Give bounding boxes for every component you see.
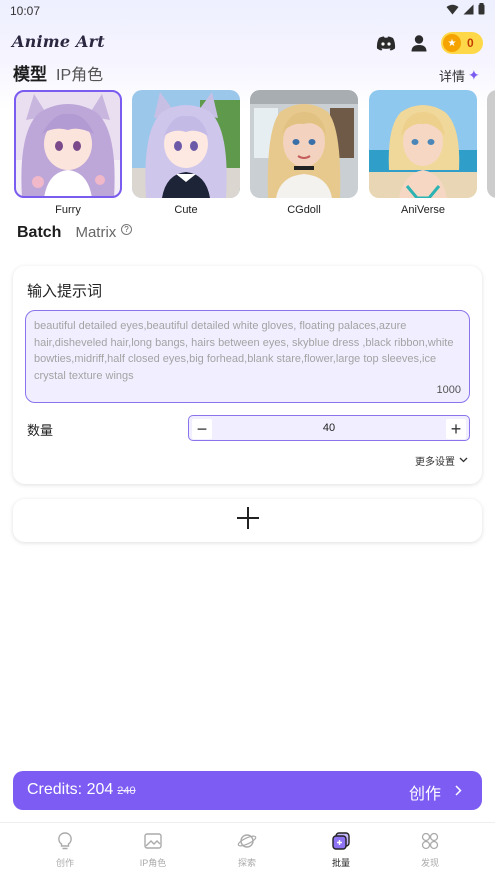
tab-ip-role[interactable]: IP角色 [56, 61, 103, 85]
model-card-cgdoll[interactable]: CGdoll [250, 90, 358, 216]
chevron-down-icon [459, 455, 468, 466]
model-card-partial[interactable] [487, 90, 495, 198]
nav-label: 批量 [331, 858, 350, 868]
image-icon [123, 831, 183, 851]
signal-icon [463, 4, 474, 18]
credits-display: Credits: 204 240 [27, 781, 136, 799]
discord-icon[interactable] [375, 32, 397, 54]
bulb-icon [35, 831, 95, 851]
status-time: 10:07 [10, 4, 41, 18]
planet-icon [217, 831, 277, 851]
app-logo: Anime Art [12, 32, 105, 51]
more-settings-label: 更多设置 [415, 457, 455, 468]
status-icons [446, 3, 485, 18]
model-name: AniVerse [400, 204, 446, 216]
model-thumbnail[interactable] [487, 90, 495, 198]
bottom-nav: 创作 IP角色 探索 批量 发现 [0, 822, 495, 880]
coin-count: 0 [467, 36, 474, 50]
model-card-cute[interactable]: Cute [132, 90, 240, 216]
model-thumbnail[interactable] [14, 90, 122, 198]
add-prompt-button[interactable] [13, 499, 482, 542]
tab-matrix-label: Matrix [75, 224, 117, 241]
model-name: CGdoll [287, 204, 321, 216]
details-label: 详情 [439, 69, 466, 84]
nav-discover[interactable]: 发现 [400, 831, 460, 869]
model-card-furry[interactable]: Furry [14, 90, 122, 216]
nav-explore[interactable]: 探索 [217, 831, 277, 869]
coin-icon: ★ [443, 34, 461, 52]
chevron-right-icon [455, 783, 462, 801]
model-tabs: 模型 IP角色 [13, 60, 103, 86]
create-label: 创作 [408, 786, 441, 803]
credits-value: Credits: 204 [27, 781, 114, 798]
nav-label: 探索 [237, 858, 256, 868]
nav-label: IP角色 [139, 858, 167, 868]
nav-label: 创作 [55, 858, 74, 868]
prompt-input[interactable]: beautiful detailed eyes,beautiful detail… [25, 310, 470, 403]
wifi-icon [446, 4, 459, 18]
model-card-aniverse[interactable]: AniVerse [369, 90, 477, 216]
model-thumbnail[interactable] [132, 90, 240, 198]
nav-create[interactable]: 创作 [35, 831, 95, 869]
grid-icon [400, 831, 460, 851]
model-carousel[interactable]: Furry Cute CGdoll AniVerse [0, 90, 495, 220]
model-thumbnail[interactable] [250, 90, 358, 198]
profile-icon[interactable] [408, 32, 430, 54]
plus-icon [236, 506, 260, 535]
model-thumbnail[interactable] [369, 90, 477, 198]
nav-ip-role[interactable]: IP角色 [123, 831, 183, 869]
plus-icon[interactable]: + [446, 419, 466, 439]
quantity-label: 数量 [27, 423, 54, 438]
quantity-stepper[interactable]: − 40 + [188, 415, 470, 441]
create-bar[interactable]: Credits: 204 240 创作 [13, 771, 482, 810]
sparkle-icon: ✦ [468, 67, 480, 83]
tab-matrix[interactable]: Matrix [75, 224, 116, 241]
nav-batch[interactable]: 批量 [311, 831, 371, 869]
prompt-char-limit: 1000 [436, 384, 461, 396]
battery-icon [478, 3, 485, 18]
quantity-value[interactable]: 40 [189, 422, 469, 434]
app-header: Anime Art ★ 0 [0, 28, 495, 58]
nav-label: 发现 [420, 858, 439, 868]
batch-icon [311, 831, 371, 851]
tab-batch[interactable]: Batch [17, 224, 61, 242]
more-settings-toggle[interactable]: 更多设置 [415, 453, 468, 468]
create-button[interactable]: 创作 [409, 780, 462, 804]
help-icon[interactable]: ? [121, 224, 132, 235]
model-name: Cute [174, 204, 198, 216]
mode-tabs: Batch Matrix [17, 224, 116, 252]
prompt-text[interactable]: beautiful detailed eyes,beautiful detail… [34, 318, 459, 384]
coin-balance[interactable]: ★ 0 [441, 32, 483, 54]
credits-original: 240 [117, 785, 136, 797]
model-name: Furry [55, 204, 81, 216]
prompt-title: 输入提示词 [27, 283, 103, 300]
status-bar: 10:07 [0, 0, 495, 24]
details-link[interactable]: 详情 ✦ [439, 66, 480, 85]
tab-model[interactable]: 模型 [13, 60, 47, 85]
prompt-card: 输入提示词 beautiful detailed eyes,beautiful … [13, 266, 482, 484]
